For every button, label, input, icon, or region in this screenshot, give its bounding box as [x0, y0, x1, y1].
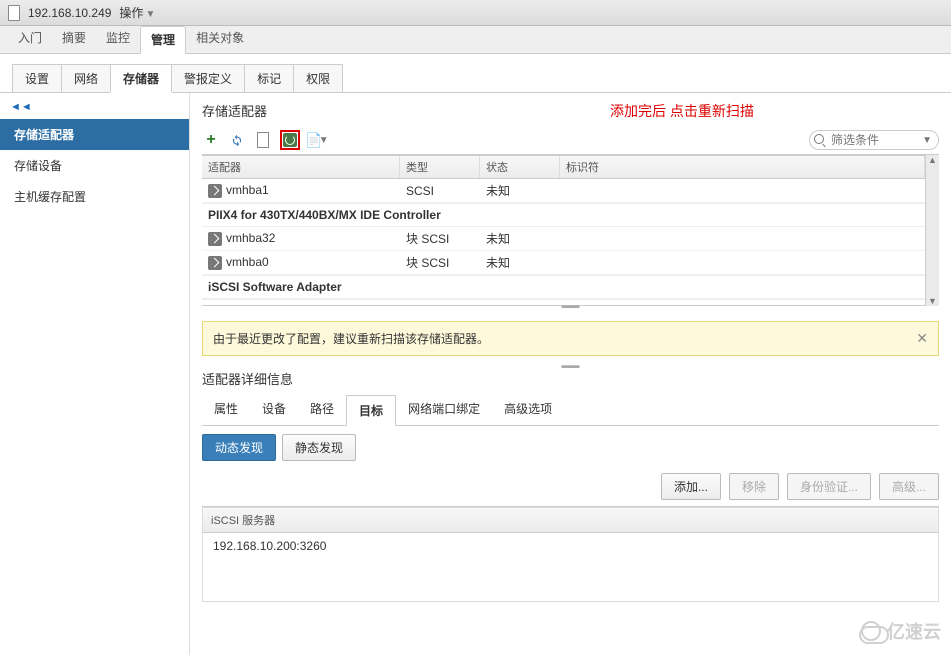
grid-scrollbar[interactable]: ▲▼: [925, 155, 939, 306]
sidebar-item-devices[interactable]: 存储设备: [0, 150, 189, 181]
sub-tabs: 设置 网络 存储器 警报定义 标记 权限: [0, 54, 951, 93]
col-id[interactable]: 标识符: [560, 156, 925, 178]
filter-dropdown-icon[interactable]: ▼: [922, 135, 932, 146]
watermark: 亿速云: [861, 618, 941, 644]
adapter-icon: [208, 256, 222, 270]
col-type[interactable]: 类型: [400, 156, 480, 178]
nav-tab-manage[interactable]: 管理: [140, 26, 186, 54]
alert-text: 由于最近更改了配置，建议重新扫描该存储适配器。: [213, 330, 489, 347]
server-col-header[interactable]: iSCSI 服务器: [203, 508, 938, 533]
col-adapter[interactable]: 适配器: [202, 156, 400, 178]
nav-bar: 入门 摘要 监控 管理 相关对象: [0, 26, 951, 54]
subtab-storage[interactable]: 存储器: [110, 64, 172, 92]
add-server-button[interactable]: 添加...: [661, 473, 721, 500]
table-row[interactable]: vmhba32 块 SCSI 未知: [202, 227, 925, 251]
filter-box[interactable]: ▼: [809, 130, 939, 150]
adapter-toolbar: + 📄▼ ▼: [202, 126, 939, 155]
table-group: iSCSI Software Adapter: [202, 275, 925, 299]
server-grid: iSCSI 服务器 192.168.10.200:3260: [202, 507, 939, 602]
nav-tab-related[interactable]: 相关对象: [186, 25, 254, 53]
adapter-grid: 适配器 类型 状态 标识符 vmhba1 SCSI 未知 PIIX4 for 4…: [202, 155, 925, 306]
remove-server-button[interactable]: 移除: [729, 473, 779, 500]
nav-tab-monitor[interactable]: 监控: [96, 25, 140, 53]
watermark-icon: [861, 621, 881, 641]
table-group: PIIX4 for 430TX/440BX/MX IDE Controller: [202, 203, 925, 227]
subtab-tag[interactable]: 标记: [244, 64, 294, 92]
detail-tab-advanced[interactable]: 高级选项: [492, 394, 564, 425]
copy-button[interactable]: 📄▼: [308, 131, 326, 149]
table-row[interactable]: vmhba0 块 SCSI 未知: [202, 251, 925, 275]
nav-tab-summary[interactable]: 摘要: [52, 25, 96, 53]
filter-input[interactable]: [829, 132, 920, 148]
main-panel: 存储适配器 添加完后 点击重新扫描 + 📄▼ ▼ 适配器 类型 状态: [190, 93, 951, 655]
table-row[interactable]: vmhba1 SCSI 未知: [202, 179, 925, 203]
section-title: 存储适配器: [202, 101, 939, 120]
auth-button[interactable]: 身份验证...: [787, 473, 871, 500]
actions-menu[interactable]: 操作▼: [119, 4, 155, 21]
nav-tab-getting-started[interactable]: 入门: [8, 25, 52, 53]
detail-tab-props[interactable]: 属性: [202, 394, 250, 425]
title-bar: 192.168.10.249 操作▼: [0, 0, 951, 26]
subtab-alarm[interactable]: 警报定义: [171, 64, 245, 92]
detail-tab-portbind[interactable]: 网络端口绑定: [396, 394, 492, 425]
sidebar-item-adapters[interactable]: 存储适配器: [0, 119, 189, 150]
adapter-icon: [208, 184, 222, 198]
subtab-network[interactable]: 网络: [61, 64, 111, 92]
sidebar-collapse[interactable]: ◄◄: [0, 101, 189, 119]
annotation-text: 添加完后 点击重新扫描: [610, 101, 754, 121]
advanced-button[interactable]: 高级...: [879, 473, 939, 500]
server-row[interactable]: 192.168.10.200:3260: [203, 533, 938, 559]
host-ip: 192.168.10.249: [28, 6, 111, 20]
subtab-perm[interactable]: 权限: [293, 64, 343, 92]
sidebar-item-host-cache[interactable]: 主机缓存配置: [0, 181, 189, 212]
alert-close-icon[interactable]: ✕: [916, 330, 928, 347]
detail-title: 适配器详细信息: [202, 369, 939, 388]
detail-tab-paths[interactable]: 路径: [298, 394, 346, 425]
splitter-handle-2[interactable]: ▬▬: [202, 360, 939, 365]
col-status[interactable]: 状态: [480, 156, 560, 178]
detail-tab-devices[interactable]: 设备: [250, 394, 298, 425]
add-adapter-button[interactable]: +: [202, 131, 220, 149]
dynamic-discovery-button[interactable]: 动态发现: [202, 434, 276, 461]
static-discovery-button[interactable]: 静态发现: [282, 434, 356, 461]
rescan-button[interactable]: [280, 130, 300, 150]
search-icon: [814, 134, 826, 146]
device-icon-button[interactable]: [254, 131, 272, 149]
refresh-button[interactable]: [228, 131, 246, 149]
detail-tabs: 属性 设备 路径 目标 网络端口绑定 高级选项: [202, 394, 939, 426]
host-icon: [8, 5, 20, 21]
subtab-settings[interactable]: 设置: [12, 64, 62, 92]
sidebar: ◄◄ 存储适配器 存储设备 主机缓存配置: [0, 93, 190, 655]
detail-tab-targets[interactable]: 目标: [346, 395, 396, 426]
alert-banner: 由于最近更改了配置，建议重新扫描该存储适配器。 ✕: [202, 321, 939, 356]
adapter-icon: [208, 232, 222, 246]
